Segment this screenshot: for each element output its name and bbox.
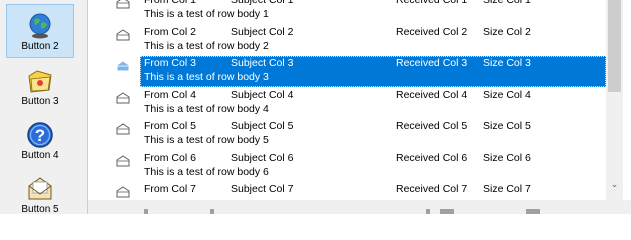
received-cell: Received Col 2 — [396, 26, 468, 38]
svg-text:?: ? — [35, 126, 45, 145]
button-2[interactable]: Button 2 — [6, 4, 74, 58]
vertical-scrollbar[interactable]: ⌄ — [606, 0, 623, 200]
horizontal-scroll-area — [88, 200, 631, 214]
subject-cell: Subject Col 4 — [231, 89, 294, 101]
received-cell: Received Col 6 — [396, 152, 468, 164]
subject-cell: Subject Col 2 — [231, 26, 294, 38]
button-4[interactable]: ? Button 4 — [6, 112, 74, 166]
row-body-text: This is a test of row body 1 — [144, 8, 269, 20]
envelope-open-icon — [116, 0, 130, 9]
button-4-label: Button 4 — [21, 150, 59, 161]
subject-cell: Subject Col 7 — [231, 183, 294, 195]
size-cell: Size Col 3 — [483, 57, 531, 69]
subject-cell: Subject Col 1 — [231, 0, 294, 6]
column-divider — [526, 209, 540, 214]
from-cell: From Col 5 — [144, 120, 196, 132]
column-divider — [210, 209, 214, 214]
envelope-open-icon — [116, 123, 130, 135]
from-cell: From Col 3 — [144, 57, 196, 69]
envelope-icon — [25, 174, 55, 204]
received-cell: Received Col 4 — [396, 89, 468, 101]
globe-icon — [25, 11, 55, 41]
envelope-open-icon — [116, 186, 130, 198]
row-body-text: This is a test of row body 4 — [144, 103, 269, 115]
scroll-down-arrow-icon[interactable]: ⌄ — [606, 176, 623, 193]
received-cell: Received Col 5 — [396, 120, 468, 132]
button-bar: Button 2 Button 3 ? Button 4 Button 5 — [0, 0, 88, 215]
message-grid[interactable]: From Col 1 Subject Col 1 Received Col 1 Siz… — [88, 0, 606, 200]
button-2-label: Button 2 — [21, 41, 59, 52]
envelope-open-icon — [116, 29, 130, 41]
help-icon: ? — [25, 120, 55, 150]
row-body-text: This is a test of row body 6 — [144, 166, 269, 178]
button-5[interactable]: Button 5 — [6, 166, 74, 220]
table-row[interactable]: From Col 2 Subject Col 2 Received Col 2 Siz… — [140, 25, 606, 56]
table-row[interactable]: From Col 3 Subject Col 3 Received Col 3 Siz… — [140, 56, 606, 87]
row-body-text: This is a test of row body 5 — [144, 134, 269, 146]
size-cell: Size Col 1 — [483, 0, 531, 6]
from-cell: From Col 6 — [144, 152, 196, 164]
row-body-text: This is a test of row body 3 — [144, 71, 269, 83]
size-cell: Size Col 5 — [483, 120, 531, 132]
button-3-label: Button 3 — [21, 96, 59, 107]
from-cell: From Col 4 — [144, 89, 196, 101]
table-row[interactable]: From Col 5 Subject Col 5 Received Col 5 Siz… — [140, 119, 606, 150]
column-divider — [144, 209, 148, 214]
table-row[interactable]: From Col 6 Subject Col 6 Received Col 6 Siz… — [140, 151, 606, 182]
size-cell: Size Col 2 — [483, 26, 531, 38]
scrollbar-thumb[interactable] — [608, 0, 621, 92]
row-body-text: This is a test of row body 2 — [144, 40, 269, 52]
table-row[interactable]: From Col 4 Subject Col 4 Received Col 4 Siz… — [140, 88, 606, 119]
size-cell: Size Col 7 — [483, 183, 531, 195]
from-cell: From Col 1 — [144, 0, 196, 6]
received-cell: Received Col 1 — [396, 0, 468, 6]
column-divider — [440, 209, 454, 214]
subject-cell: Subject Col 6 — [231, 152, 294, 164]
button-5-label: Button 5 — [21, 204, 59, 215]
column-divider — [426, 209, 430, 214]
envelope-open-icon — [116, 60, 130, 72]
subject-cell: Subject Col 5 — [231, 120, 294, 132]
size-cell: Size Col 6 — [483, 152, 531, 164]
envelope-open-icon — [116, 92, 130, 104]
envelope-open-icon — [116, 155, 130, 167]
table-row[interactable]: From Col 1 Subject Col 1 Received Col 1 Siz… — [140, 0, 606, 24]
from-cell: From Col 2 — [144, 26, 196, 38]
received-cell: Received Col 7 — [396, 183, 468, 195]
folder-icon — [25, 66, 55, 96]
received-cell: Received Col 3 — [396, 57, 468, 69]
from-cell: From Col 7 — [144, 183, 196, 195]
subject-cell: Subject Col 3 — [231, 57, 294, 69]
button-3[interactable]: Button 3 — [6, 58, 74, 112]
size-cell: Size Col 4 — [483, 89, 531, 101]
